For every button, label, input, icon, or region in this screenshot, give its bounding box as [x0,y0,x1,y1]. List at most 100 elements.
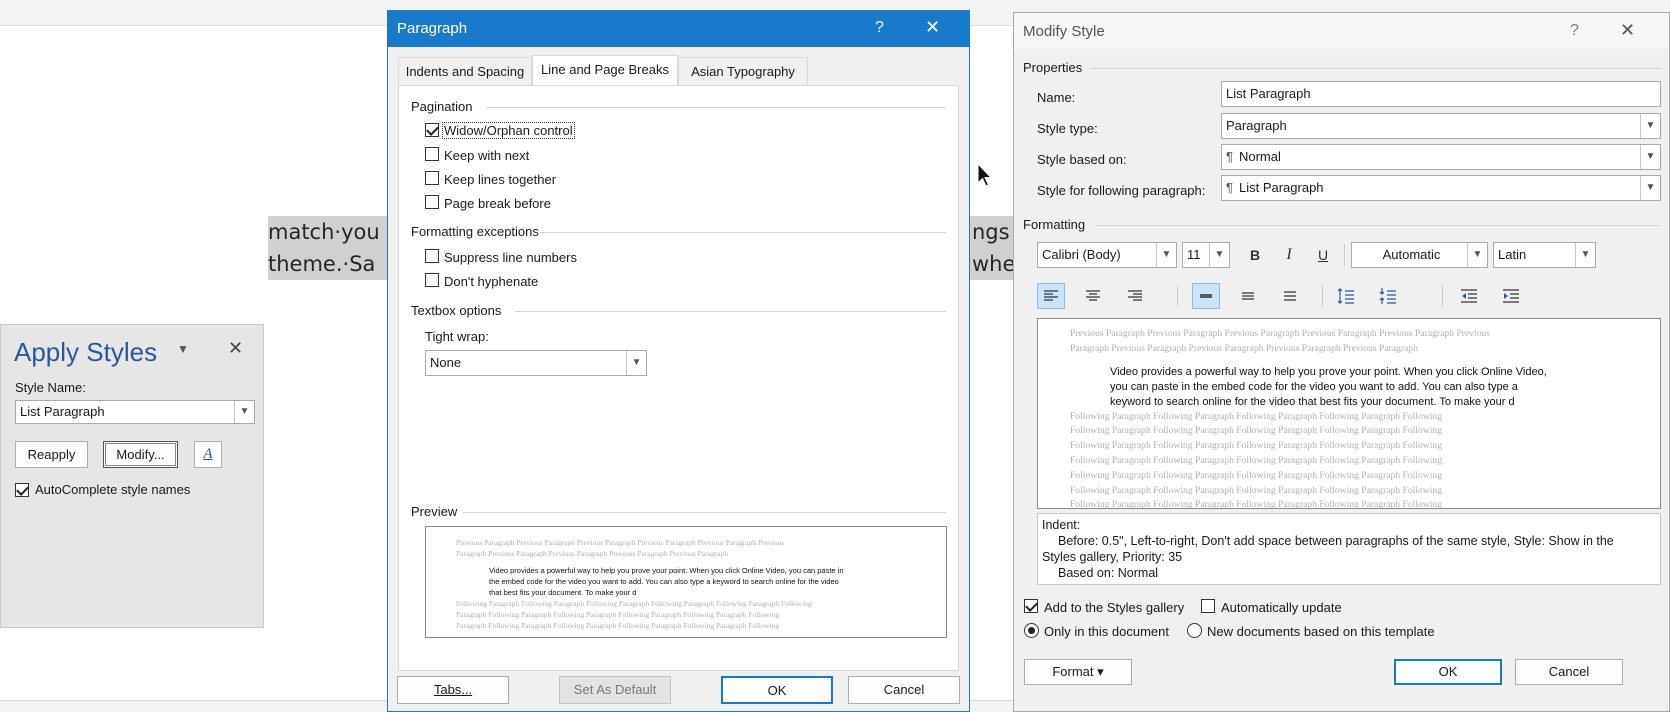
cancel-button[interactable]: Cancel [1515,659,1623,685]
preview-following-line: Following Paragraph Following Paragraph … [1070,484,1442,496]
chevron-down-icon[interactable]: ▼ [1640,114,1660,138]
dont-hyphenate-checkbox[interactable] [425,273,439,287]
document-text-line: whe [970,248,1013,280]
preview-following-line: Following Paragraph Following Paragraph … [456,599,812,608]
style-based-on-select[interactable]: ¶ Normal ▼ [1221,144,1661,170]
textbox-options-heading: Textbox options [411,303,502,318]
chevron-down-icon[interactable]: ▼ [1640,176,1660,200]
decrease-indent-button[interactable] [1455,283,1483,309]
style-based-on-label: Style based on: [1037,152,1127,167]
tab-indents-spacing[interactable]: Indents and Spacing [398,57,532,85]
tab-asian-typography[interactable]: Asian Typography [678,57,808,85]
close-icon[interactable]: ✕ [1620,20,1635,41]
one-half-spacing-button[interactable] [1234,283,1262,309]
preview-following-line: Following Paragraph Following Paragraph … [1070,469,1442,481]
paragraph-preview: Previous Paragraph Previous Paragraph Pr… [425,526,947,638]
increase-indent-button[interactable] [1497,283,1525,309]
tab-line-page-breaks[interactable]: Line and Page Breaks [532,55,678,85]
preview-main-line: that best fits your document. To make yo… [489,588,637,597]
underline-button[interactable]: U [1309,242,1337,268]
autocomplete-checkbox[interactable] [15,483,29,497]
pane-close-icon[interactable]: ✕ [228,338,243,359]
help-icon[interactable]: ? [875,19,884,37]
font-select[interactable]: Calibri (Body) ▼ [1037,242,1177,268]
italic-button[interactable]: I [1275,242,1303,268]
font-size-value: 11 [1187,247,1201,262]
keep-with-next-checkbox[interactable] [425,147,439,161]
style-based-on-value: Normal [1238,149,1281,164]
ok-button[interactable]: OK [1394,659,1502,685]
set-as-default-button[interactable]: Set As Default [559,676,671,704]
styles-icon: A [203,446,213,462]
tabs-button[interactable]: Tabs... [397,676,509,704]
font-color-select[interactable]: Automatic ▼ [1351,242,1488,268]
suppress-line-numbers-checkbox[interactable] [425,249,439,263]
chevron-down-icon[interactable]: ▼ [626,351,646,375]
script-value: Latin [1498,247,1527,262]
close-icon[interactable]: ✕ [925,17,940,38]
chevron-down-icon[interactable]: ▼ [1575,243,1595,267]
paragraph-spacing-icon [1379,288,1396,304]
preview-previous-line: Paragraph Previous Paragraph Previous Pa… [456,549,729,558]
name-input[interactable]: List Paragraph [1221,81,1661,107]
chevron-down-icon[interactable]: ▼ [1156,243,1176,267]
dialog-title: Paragraph [397,20,468,37]
style-type-value: Paragraph [1226,118,1287,133]
preview-following-line: Following Paragraph Following Paragraph … [1070,410,1442,422]
description-line: Based on: Normal [1058,566,1159,580]
toolbar-separator [1442,285,1443,307]
autocomplete-label: AutoComplete style names [35,482,191,497]
divider [1096,225,1661,226]
widow-orphan-checkbox[interactable] [425,123,439,137]
preview-following-line: Paragraph Following Paragraph Following … [456,621,780,630]
style-name-combobox[interactable]: List Paragraph ▼ [15,400,255,424]
ok-button[interactable]: OK [721,676,833,704]
increase-paragraph-spacing-button[interactable] [1332,283,1360,309]
reapply-button[interactable]: Reapply [15,441,88,468]
format-menu-button[interactable]: Format ▾ [1024,659,1132,685]
align-center-icon [1086,290,1100,301]
paragraph-spacing-icon [1337,288,1354,304]
document-text-line: theme.·Sa [268,248,388,280]
modify-button[interactable]: Modify... [103,441,178,468]
auto-update-checkbox[interactable] [1201,599,1215,613]
following-style-select[interactable]: ¶ List Paragraph ▼ [1221,175,1661,201]
suppress-line-numbers-label: Suppress line numbers [444,250,577,265]
cancel-button[interactable]: Cancel [848,676,960,704]
preview-main-line: you can paste in the embed code for the … [1110,380,1518,393]
styles-pane-button[interactable]: A [194,441,222,468]
chevron-down-icon[interactable]: ▼ [1209,243,1229,267]
one-half-spacing-icon [1242,292,1254,300]
align-left-icon [1044,290,1058,301]
chevron-down-icon[interactable]: ▼ [1640,145,1660,169]
preview-following-line: Following Paragraph Following Paragraph … [1070,440,1442,452]
widow-orphan-label: Widow/Orphan control [442,122,575,139]
script-select[interactable]: Latin ▼ [1493,242,1596,268]
style-type-select[interactable]: Paragraph ▼ [1221,113,1661,139]
chevron-down-icon[interactable]: ▼ [234,401,254,423]
font-size-select[interactable]: 11 ▼ [1182,242,1230,268]
formatting-heading: Formatting [1023,217,1086,232]
toolbar-separator [1177,285,1178,307]
page-break-before-checkbox[interactable] [425,195,439,209]
bold-button[interactable]: B [1241,242,1269,268]
new-documents-radio[interactable] [1187,623,1202,638]
only-this-document-radio[interactable] [1024,623,1039,638]
double-spacing-button[interactable] [1276,283,1304,309]
dialog-titlebar: Paragraph ? ✕ [388,11,969,47]
align-right-button[interactable] [1121,283,1149,309]
chevron-down-icon[interactable]: ▼ [1467,243,1487,267]
double-spacing-icon [1284,291,1296,301]
align-center-button[interactable] [1079,283,1107,309]
decrease-paragraph-spacing-button[interactable] [1374,283,1402,309]
pane-options-chevron-icon[interactable]: ▼ [177,342,189,356]
help-icon[interactable]: ? [1570,22,1579,40]
align-right-icon [1128,290,1142,301]
single-spacing-button[interactable] [1192,283,1220,309]
style-name-label: Style Name: [15,380,86,395]
tight-wrap-select[interactable]: None ▼ [425,350,647,376]
align-left-button[interactable] [1037,283,1065,309]
divider [515,311,946,312]
keep-lines-together-checkbox[interactable] [425,171,439,185]
add-to-gallery-checkbox[interactable] [1024,599,1038,613]
